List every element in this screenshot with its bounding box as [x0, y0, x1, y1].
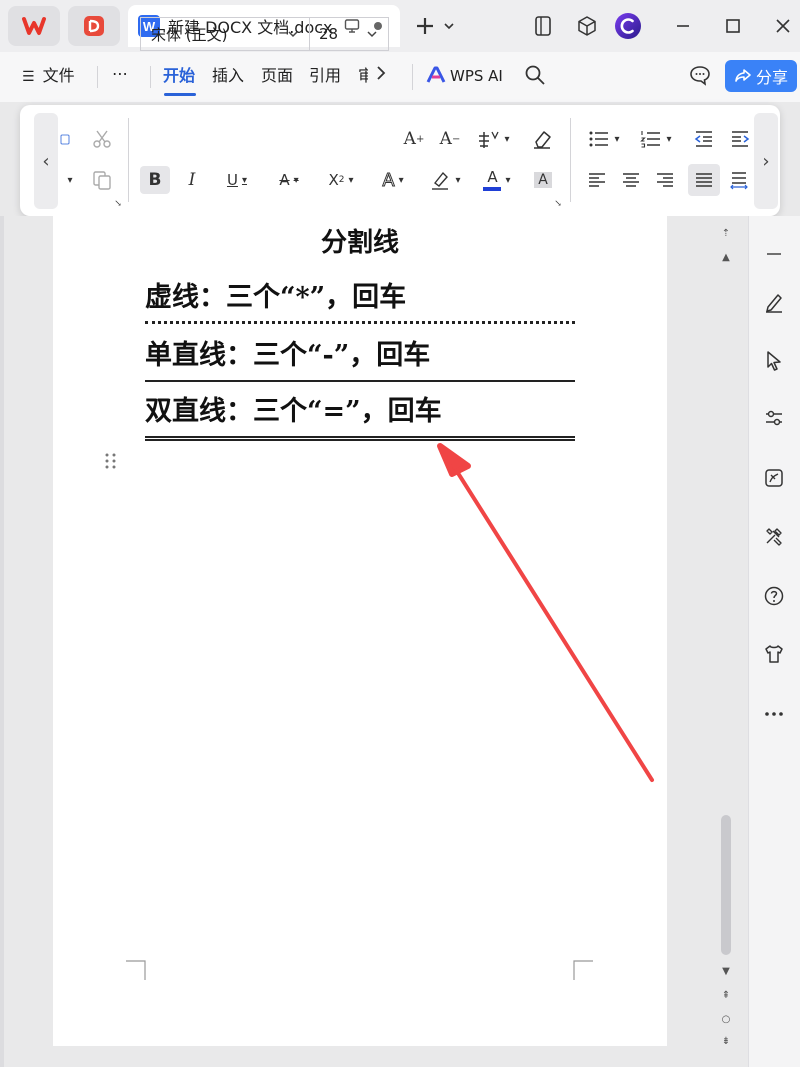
scroll-up-icon[interactable]: ▲ — [718, 252, 734, 263]
page-corner-mark — [126, 960, 146, 980]
browse-object-icon[interactable]: ○ — [718, 1014, 734, 1025]
annotation-arrow — [437, 443, 654, 782]
scrollbar-thumb[interactable] — [721, 815, 731, 955]
prev-page-icon[interactable]: ⇞ — [718, 990, 734, 1001]
skin-shirt-icon[interactable] — [760, 640, 788, 668]
adjust-sliders-icon[interactable] — [760, 404, 788, 432]
pen-edit-icon[interactable] — [760, 288, 788, 316]
template-icon[interactable] — [760, 464, 788, 492]
left-edge-strip — [0, 216, 4, 1067]
page-corner-mark — [573, 960, 593, 980]
collapse-panel-icon[interactable] — [760, 240, 788, 268]
scroll-top-icon[interactable]: ⇡ — [718, 228, 734, 239]
tools-icon[interactable] — [760, 522, 788, 550]
select-pointer-icon[interactable] — [760, 346, 788, 374]
more-options-icon[interactable] — [760, 700, 788, 728]
scroll-down-icon[interactable]: ▼ — [718, 966, 734, 977]
next-page-icon[interactable]: ⇟ — [718, 1036, 734, 1047]
help-icon[interactable] — [760, 582, 788, 610]
